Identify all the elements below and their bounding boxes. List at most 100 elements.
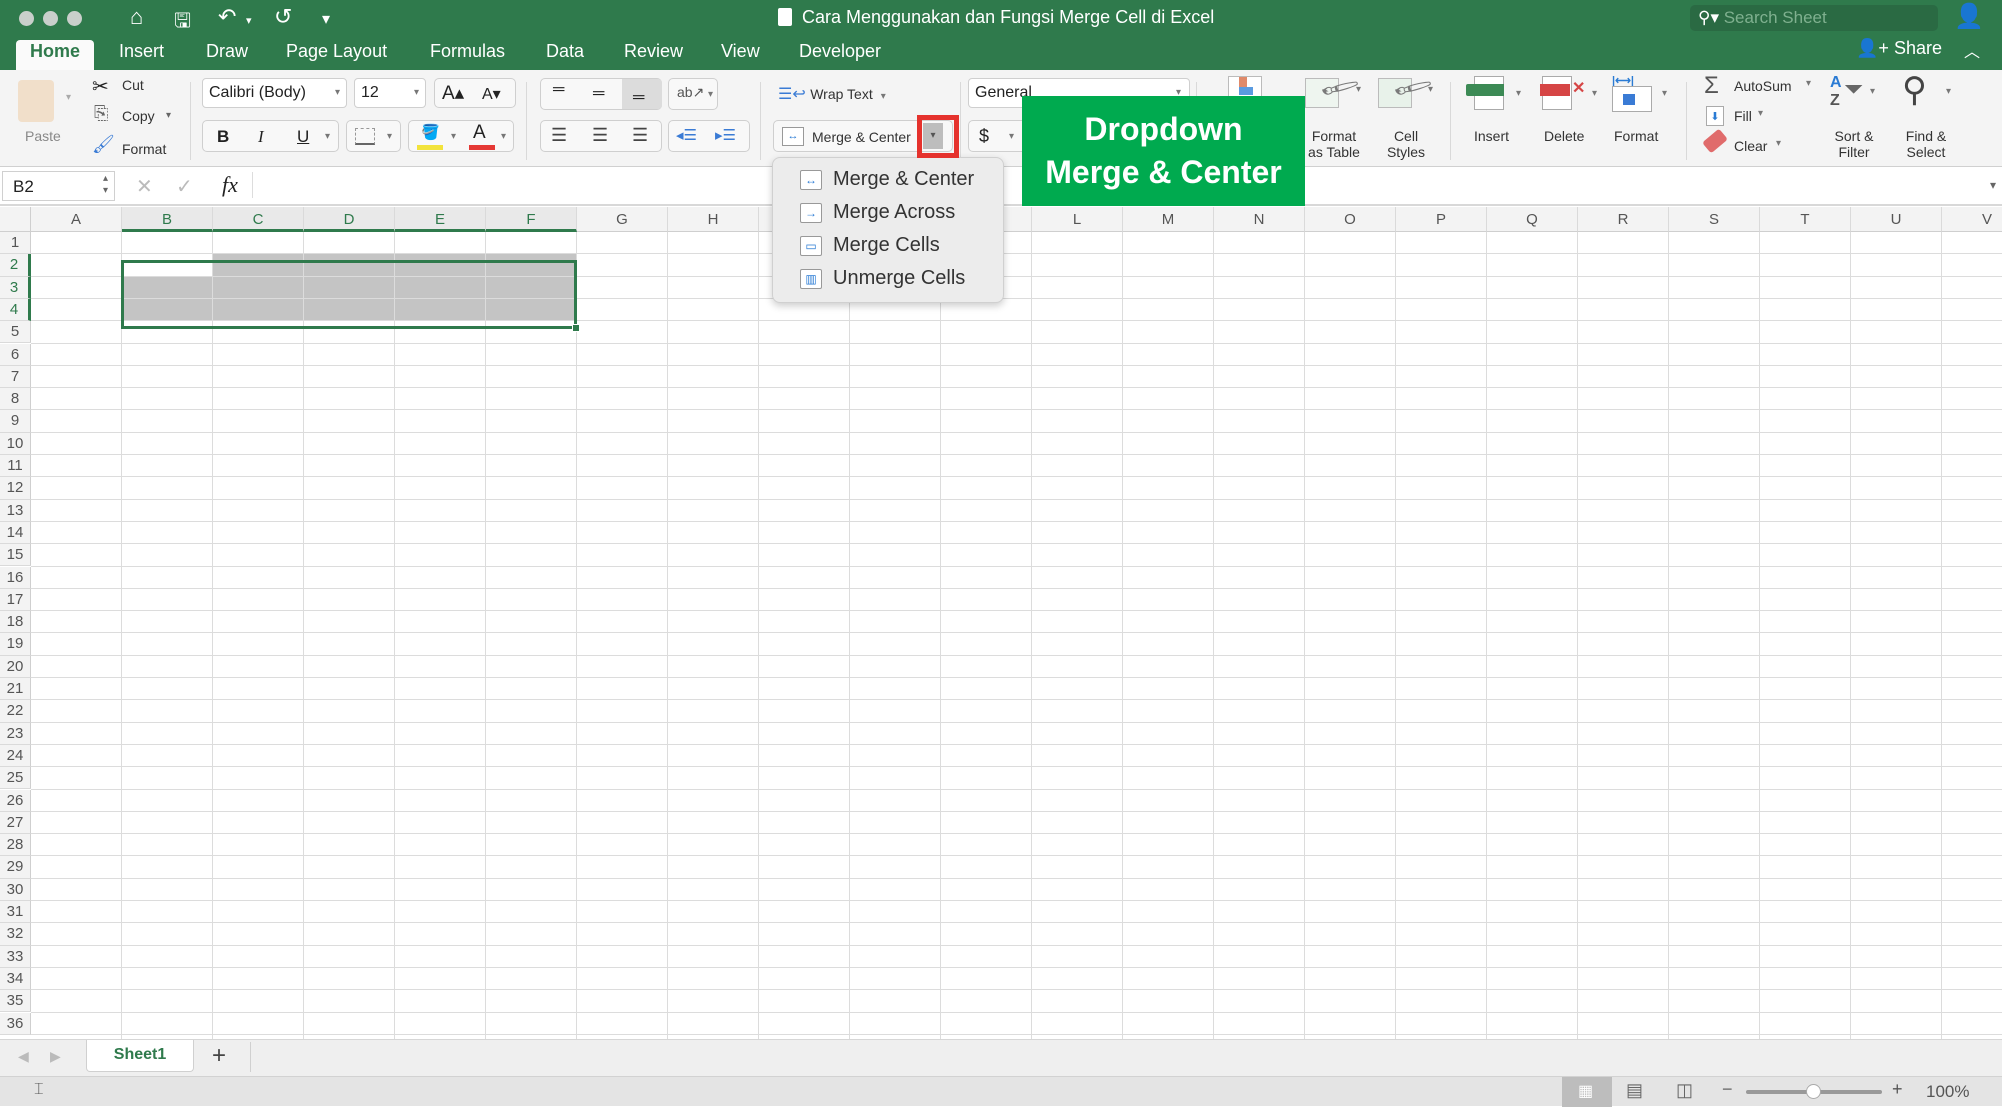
sheet-tab-sheet1[interactable]: Sheet1 (86, 1040, 194, 1072)
align-left-button[interactable]: ☰ (551, 125, 567, 146)
sort-filter-button[interactable]: A Z ⏷ ▾ (1830, 74, 1878, 118)
row-header-12[interactable]: 12 (0, 477, 31, 500)
zoom-slider[interactable] (1746, 1084, 1882, 1099)
undo-dropdown-icon[interactable]: ▾ (246, 14, 252, 27)
tab-home[interactable]: Home (16, 40, 95, 70)
enter-formula-button[interactable]: ✓ (176, 174, 193, 199)
format-painter-button[interactable]: Format (122, 141, 166, 157)
tab-data[interactable]: Data (532, 40, 598, 70)
format-as-table-button[interactable]: 🖌 (1305, 66, 1362, 110)
cell-styles-button[interactable]: 🖌 (1378, 66, 1435, 110)
insert-cells-button[interactable] (1466, 76, 1508, 110)
font-name-select[interactable]: Calibri (Body) ▾ (202, 78, 347, 108)
align-middle-button[interactable]: ═ (593, 85, 604, 103)
undo-icon[interactable]: ↶ (218, 4, 236, 30)
column-header-l[interactable]: L (1032, 207, 1123, 232)
row-header-26[interactable]: 26 (0, 789, 31, 812)
menu-item-merge-cells[interactable]: ▭ Merge Cells (773, 229, 1005, 262)
row-header-17[interactable]: 17 (0, 588, 31, 612)
align-top-button[interactable]: ═ (553, 81, 564, 99)
customize-toolbar-icon[interactable]: ▾ (322, 9, 330, 29)
column-header-f[interactable]: F (486, 207, 577, 232)
zoom-in-button[interactable]: + (1892, 1079, 1903, 1100)
row-header-34[interactable]: 34 (0, 967, 31, 991)
fill-color-dropdown-icon[interactable]: ▾ (451, 131, 456, 142)
row-header-35[interactable]: 35 (0, 990, 31, 1013)
decrease-font-size-button[interactable]: A▾ (482, 84, 501, 104)
paste-dropdown-icon[interactable]: ▾ (66, 92, 71, 103)
menu-item-merge-across[interactable]: → Merge Across (773, 196, 1005, 229)
insert-dropdown-icon[interactable]: ▾ (1516, 88, 1521, 99)
row-header-36[interactable]: 36 (0, 1012, 31, 1035)
row-header-22[interactable]: 22 (0, 700, 31, 723)
insert-function-button[interactable]: fx (222, 172, 238, 198)
name-box-stepper-icon[interactable]: ▴ ▾ (103, 173, 108, 197)
tab-review[interactable]: Review (610, 40, 697, 70)
normal-view-button[interactable]: ▦ (1562, 1077, 1612, 1107)
tab-page-layout[interactable]: Page Layout (272, 40, 401, 70)
clear-button[interactable]: Clear (1734, 138, 1767, 154)
font-color-icon[interactable]: A (473, 122, 486, 144)
save-icon[interactable]: 🖫 (174, 6, 191, 40)
row-header-21[interactable]: 21 (0, 678, 31, 701)
copy-dropdown-icon[interactable]: ▾ (166, 110, 171, 121)
row-header-19[interactable]: 19 (0, 633, 31, 656)
autosum-dropdown-icon[interactable]: ▾ (1806, 78, 1811, 89)
column-header-c[interactable]: C (213, 207, 304, 232)
row-header-30[interactable]: 30 (0, 878, 31, 901)
row-header-6[interactable]: 6 (0, 343, 31, 366)
next-sheet-icon[interactable]: ▶ (50, 1048, 61, 1065)
borders-button[interactable]: ▾ (346, 120, 401, 152)
name-box[interactable]: B2 ▴ ▾ (2, 171, 115, 201)
search-sheet-input[interactable]: ⚲▾ Search Sheet (1690, 5, 1938, 31)
column-header-h[interactable]: H (668, 207, 759, 232)
menu-item-merge-center[interactable]: ↔ Merge & Center (773, 163, 1005, 196)
row-header-15[interactable]: 15 (0, 544, 31, 567)
minimize-window-button[interactable] (43, 11, 58, 26)
row-header-7[interactable]: 7 (0, 365, 31, 389)
column-header-e[interactable]: E (395, 207, 486, 232)
delete-dropdown-icon[interactable]: ▾ (1592, 88, 1597, 99)
column-header-o[interactable]: O (1305, 207, 1396, 232)
italic-button[interactable]: I (258, 127, 264, 147)
row-header-10[interactable]: 10 (0, 432, 31, 455)
row-header-4[interactable]: 4 (0, 298, 31, 322)
previous-sheet-icon[interactable]: ◀ (18, 1048, 29, 1065)
row-header-13[interactable]: 13 (0, 499, 31, 522)
macro-record-icon[interactable]: ⌶ (34, 1081, 44, 1099)
autosum-button[interactable]: AutoSum (1734, 78, 1792, 94)
row-header-18[interactable]: 18 (0, 611, 31, 634)
cell-styles-dropdown-icon[interactable]: ▾ (1428, 84, 1433, 95)
cancel-formula-button[interactable]: ✕ (136, 174, 153, 199)
share-button[interactable]: 👤+ Share (1856, 38, 1942, 59)
column-header-n[interactable]: N (1214, 207, 1305, 232)
fill-dropdown-icon[interactable]: ▾ (1758, 108, 1763, 119)
row-header-20[interactable]: 20 (0, 655, 31, 678)
column-header-g[interactable]: G (577, 207, 668, 232)
row-header-25[interactable]: 25 (0, 767, 31, 790)
row-header-2[interactable]: 2 (0, 254, 31, 277)
column-header-u[interactable]: U (1851, 207, 1942, 232)
row-header-3[interactable]: 3 (0, 276, 31, 299)
tab-insert[interactable]: Insert (105, 40, 178, 70)
column-header-d[interactable]: D (304, 207, 395, 232)
column-header-r[interactable]: R (1578, 207, 1669, 232)
select-all-button[interactable] (0, 207, 31, 232)
align-bottom-button[interactable]: ═ (622, 79, 662, 109)
home-icon[interactable]: ⌂ (130, 4, 143, 30)
tab-draw[interactable]: Draw (192, 40, 262, 70)
orientation-button[interactable]: ab↗ ▾ (668, 78, 718, 110)
column-header-t[interactable]: T (1760, 207, 1851, 232)
column-header-v[interactable]: V (1942, 207, 2002, 232)
row-header-8[interactable]: 8 (0, 388, 31, 411)
font-size-select[interactable]: 12 ▾ (354, 78, 426, 108)
zoom-slider-thumb[interactable] (1806, 1084, 1821, 1099)
currency-button[interactable]: $ ▾ (968, 120, 1028, 152)
page-break-view-button[interactable]: ◫ (1676, 1080, 1693, 1101)
align-right-button[interactable]: ☰ (632, 125, 648, 146)
row-header-5[interactable]: 5 (0, 321, 31, 344)
fill-handle[interactable] (572, 324, 580, 332)
align-center-button[interactable]: ☰ (592, 125, 608, 146)
tab-formulas[interactable]: Formulas (416, 40, 519, 70)
row-header-33[interactable]: 33 (0, 945, 31, 968)
